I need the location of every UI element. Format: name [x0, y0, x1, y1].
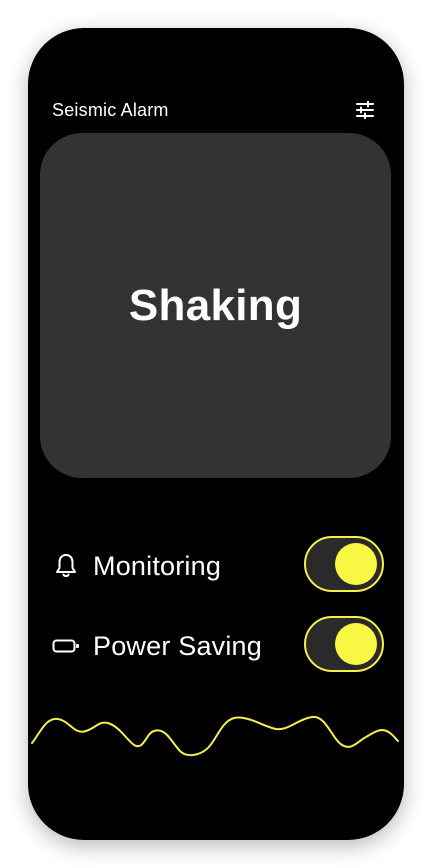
monitoring-label: Monitoring — [93, 550, 222, 581]
phone-screen: Seismic Alarm Shaking Monitoring Power S… — [28, 28, 404, 840]
toggle-knob — [335, 543, 377, 585]
setting-row-power-saving: Power Saving — [52, 616, 384, 676]
power-saving-toggle[interactable] — [304, 616, 384, 672]
power-saving-label: Power Saving — [93, 630, 262, 661]
monitoring-toggle[interactable] — [304, 536, 384, 592]
seismic-waveform — [31, 715, 399, 757]
status-card: Shaking — [40, 133, 391, 478]
battery-icon — [52, 632, 80, 660]
toggle-knob — [335, 623, 377, 665]
setting-row-monitoring: Monitoring — [52, 536, 384, 596]
status-text: Shaking — [128, 280, 303, 330]
app-header: Seismic Alarm — [52, 98, 376, 122]
settings-button[interactable] — [354, 99, 376, 121]
app-title: Seismic Alarm — [52, 99, 169, 120]
bell-icon — [52, 552, 80, 580]
sliders-icon — [356, 101, 374, 119]
